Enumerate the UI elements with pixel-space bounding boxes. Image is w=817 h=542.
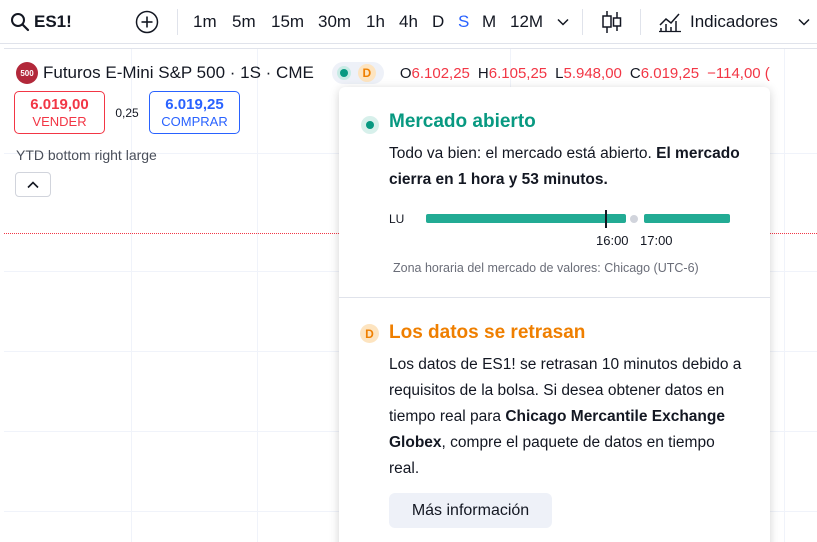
session-day-label: LU [389, 212, 405, 226]
session-time-1: 16:00 [596, 233, 629, 248]
ohlc-values: O 6.102,25 H 6.105,25 L 5.948,00 C 6.019… [400, 65, 770, 82]
top-toolbar: ES1! 1m 5m 15m 30m 1h 4h D S M 12M Indic… [0, 0, 817, 44]
candlestick-icon [602, 11, 622, 33]
market-open-dot-icon [339, 69, 348, 77]
buy-price: 6.019,25 [165, 95, 224, 113]
spread-value: 0,25 [115, 105, 139, 120]
close-value: 6.019,25 [640, 64, 700, 82]
market-status-pill[interactable]: D [331, 62, 384, 84]
toolbar-divider [640, 9, 641, 35]
interval-dropdown-button[interactable] [557, 0, 569, 44]
interval-15m[interactable]: 15m [271, 0, 304, 44]
indicators-button[interactable]: Indicadores [658, 0, 778, 44]
series-legend: 500 Futuros E-Mini S&P 500 · 1S · CME D … [16, 61, 770, 85]
session-bar-next [644, 214, 730, 223]
interval-5m[interactable]: 5m [232, 0, 256, 44]
toolbar-divider [177, 9, 178, 35]
market-open-description: Todo va bien: el mercado está abierto. E… [389, 141, 749, 193]
sell-label: VENDER [32, 113, 87, 129]
session-bar-regular [426, 214, 626, 223]
buy-label: COMPRAR [161, 113, 228, 129]
interval-12m[interactable]: 12M [510, 0, 543, 44]
session-time-2: 17:00 [640, 233, 673, 248]
buy-button[interactable]: 6.019,25 COMPRAR [149, 91, 240, 134]
delayed-data-icon: D [360, 324, 379, 343]
market-open-section: Mercado abierto Todo va bien: el mercado… [339, 87, 770, 298]
interval-4h[interactable]: 4h [399, 0, 418, 44]
delayed-data-badge: D [357, 64, 376, 82]
interval-1h[interactable]: 1h [366, 0, 385, 44]
exchange-logo: 500 [16, 62, 38, 84]
compare-symbol-button[interactable] [134, 0, 160, 44]
delayed-data-title: Los datos se retrasan [389, 322, 586, 343]
collapse-legend-button[interactable] [15, 172, 51, 197]
sell-button[interactable]: 6.019,00 VENDER [14, 91, 105, 134]
interval-30m[interactable]: 30m [318, 0, 351, 44]
high-value: 6.105,25 [488, 64, 548, 82]
interval-week[interactable]: S [458, 0, 469, 44]
change-value: −114,00 ( [707, 64, 770, 82]
toolbar-divider [582, 9, 583, 35]
delayed-data-description: Los datos de ES1! se retrasan 10 minutos… [389, 352, 749, 482]
search-icon [11, 13, 30, 32]
session-break-dot [630, 215, 638, 223]
interval-month[interactable]: M [482, 0, 496, 44]
more-info-button[interactable]: Más información [389, 493, 552, 528]
indicators-chart-icon [659, 13, 681, 33]
symbol-search-button[interactable]: ES1! [10, 0, 72, 44]
market-open-text: Todo va bien: el mercado está abierto. [389, 145, 652, 162]
current-time-marker [605, 210, 607, 228]
trade-buttons: 6.019,00 VENDER 0,25 6.019,25 COMPRAR [14, 91, 240, 134]
chart-type-button[interactable] [600, 0, 624, 44]
open-value: 6.102,25 [411, 64, 470, 82]
grid-line [784, 49, 785, 542]
open-key: O [399, 64, 412, 82]
chevron-down-icon [798, 18, 810, 26]
symbol-name: ES1! [34, 12, 72, 31]
interval-1m[interactable]: 1m [193, 0, 217, 44]
market-open-dot-icon [361, 116, 379, 134]
plus-circle-icon [135, 10, 159, 34]
market-open-title: Mercado abierto [389, 111, 536, 132]
close-key: C [629, 64, 641, 82]
high-key: H [477, 64, 489, 82]
chevron-up-icon [27, 180, 39, 188]
indicator-legend-line[interactable]: YTD bottom right large [16, 147, 157, 163]
sell-price: 6.019,00 [30, 95, 89, 113]
symbol-title[interactable]: Futuros E-Mini S&P 500 · 1S · CME [43, 63, 314, 83]
chevron-down-icon [557, 18, 569, 26]
market-status-popover: Mercado abierto Todo va bien: el mercado… [339, 87, 770, 542]
low-value: 5.948,00 [563, 64, 622, 82]
low-key: L [555, 64, 564, 82]
indicators-dropdown-button[interactable] [798, 0, 810, 44]
indicators-label: Indicadores [690, 12, 778, 31]
grid-line [257, 49, 258, 542]
market-timezone: Zona horaria del mercado de valores: Chi… [393, 261, 699, 275]
interval-day[interactable]: D [432, 0, 444, 44]
